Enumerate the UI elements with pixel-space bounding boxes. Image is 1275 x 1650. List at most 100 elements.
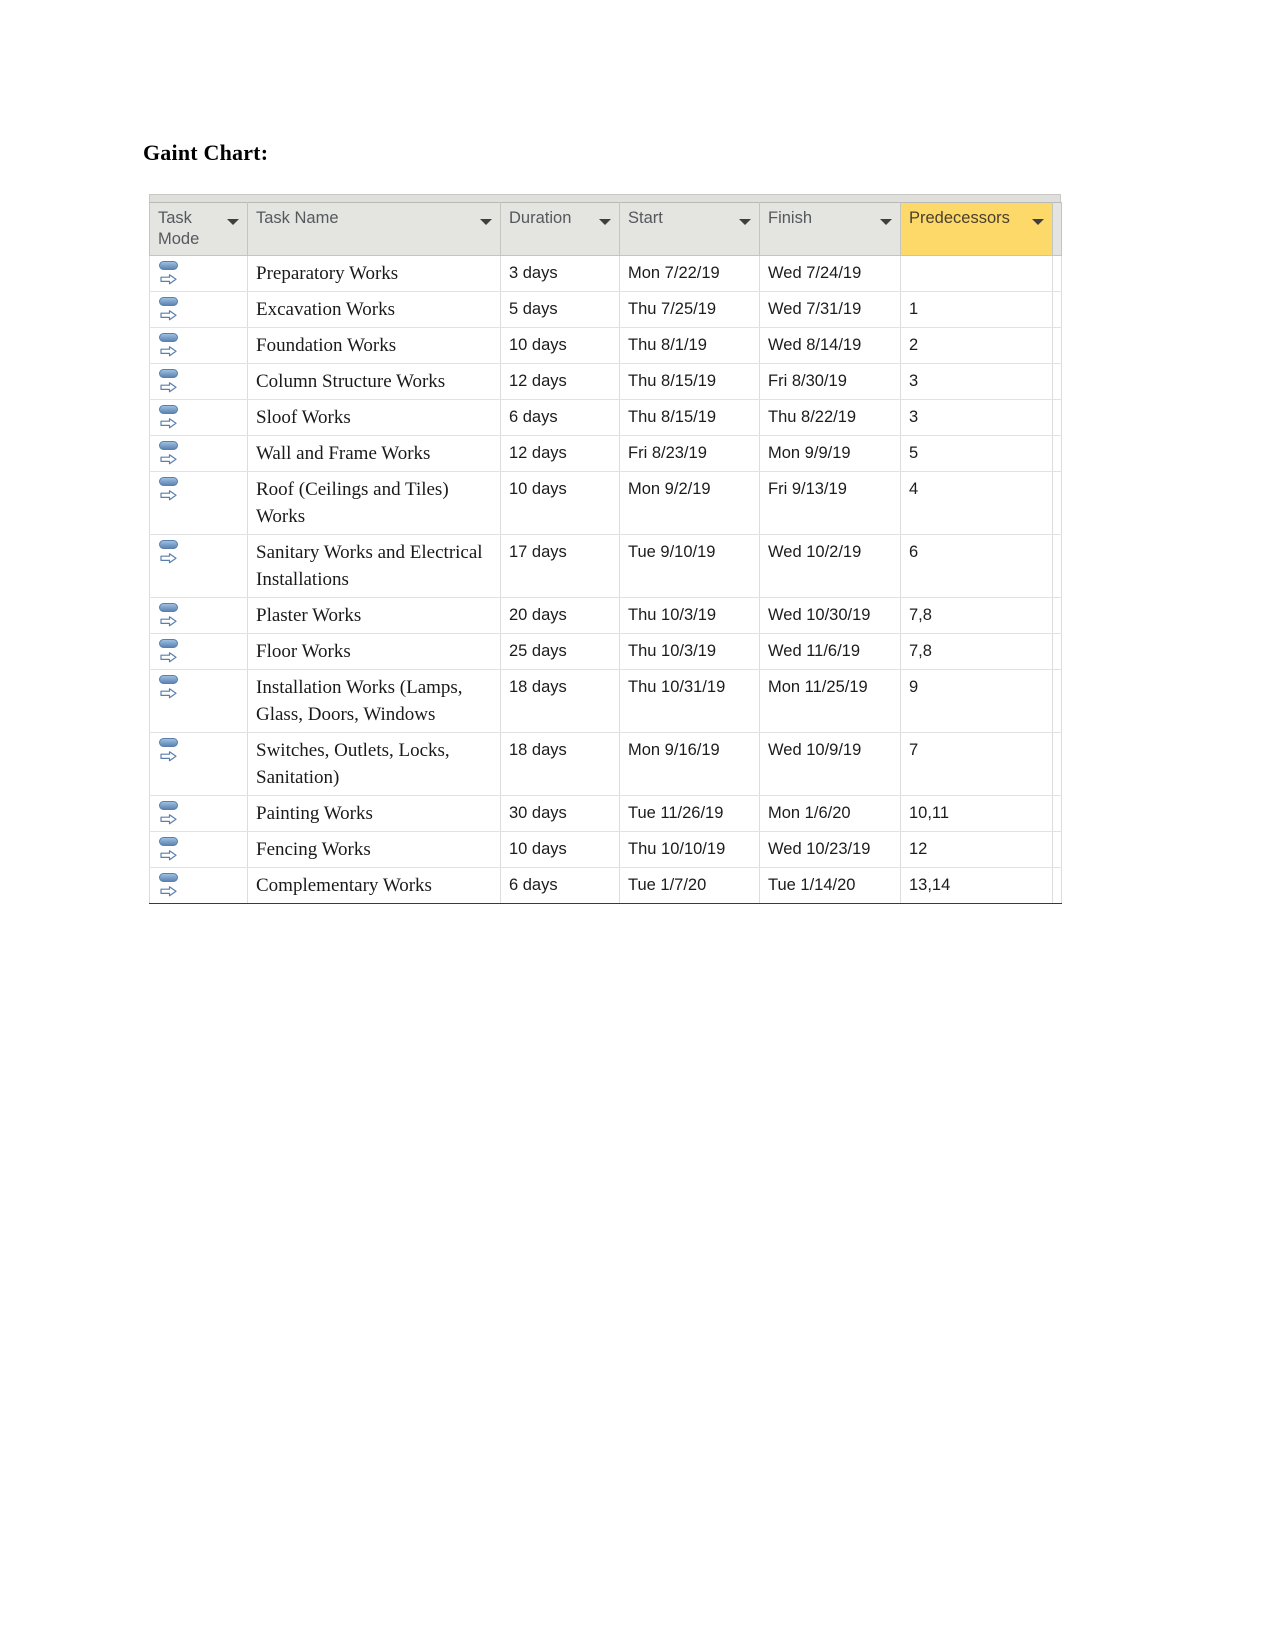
column-header-duration[interactable]: Duration: [500, 202, 620, 256]
cell-start[interactable]: Tue 11/26/19: [619, 795, 760, 832]
cell-task-mode[interactable]: [149, 471, 248, 535]
cell-predecessors[interactable]: 2: [900, 327, 1053, 364]
cell-resource-truncated[interactable]: [1052, 471, 1062, 535]
cell-task-name[interactable]: Fencing Works: [247, 831, 501, 868]
cell-task-mode[interactable]: [149, 363, 248, 400]
auto-scheduled-icon[interactable]: [158, 260, 182, 285]
auto-scheduled-icon[interactable]: [158, 368, 182, 393]
chevron-down-icon[interactable]: [739, 219, 751, 225]
auto-scheduled-icon[interactable]: [158, 638, 182, 663]
cell-duration[interactable]: 12 days: [500, 435, 620, 472]
cell-predecessors[interactable]: 7,8: [900, 597, 1053, 634]
table-row[interactable]: Fencing Works 10 days Thu 10/10/19 Wed 10/2…: [149, 831, 1062, 868]
cell-finish[interactable]: Fri 9/13/19: [759, 471, 901, 535]
cell-start[interactable]: Fri 8/23/19: [619, 435, 760, 472]
cell-duration[interactable]: 18 days: [500, 669, 620, 733]
cell-duration[interactable]: 20 days: [500, 597, 620, 634]
cell-duration[interactable]: 6 days: [500, 867, 620, 904]
cell-resource-truncated[interactable]: [1052, 435, 1062, 472]
cell-predecessors[interactable]: 7,8: [900, 633, 1053, 670]
cell-resource-truncated[interactable]: [1052, 831, 1062, 868]
cell-task-name[interactable]: Installation Works (Lamps, Glass, Doors,…: [247, 669, 501, 733]
cell-finish[interactable]: Wed 7/31/19: [759, 291, 901, 328]
cell-task-mode[interactable]: [149, 867, 248, 904]
cell-finish[interactable]: Mon 9/9/19: [759, 435, 901, 472]
cell-predecessors[interactable]: 3: [900, 399, 1053, 436]
auto-scheduled-icon[interactable]: [158, 872, 182, 897]
cell-finish[interactable]: Mon 1/6/20: [759, 795, 901, 832]
cell-finish[interactable]: Fri 8/30/19: [759, 363, 901, 400]
cell-task-mode[interactable]: [149, 435, 248, 472]
cell-start[interactable]: Mon 9/16/19: [619, 732, 760, 796]
auto-scheduled-icon[interactable]: [158, 476, 182, 501]
auto-scheduled-icon[interactable]: [158, 737, 182, 762]
cell-start[interactable]: Tue 1/7/20: [619, 867, 760, 904]
cell-duration[interactable]: 17 days: [500, 534, 620, 598]
cell-task-name[interactable]: Plaster Works: [247, 597, 501, 634]
cell-task-name[interactable]: Column Structure Works: [247, 363, 501, 400]
cell-start[interactable]: Thu 10/3/19: [619, 597, 760, 634]
cell-duration[interactable]: 3 days: [500, 255, 620, 292]
cell-resource-truncated[interactable]: [1052, 399, 1062, 436]
cell-duration[interactable]: 10 days: [500, 327, 620, 364]
cell-predecessors[interactable]: 13,14: [900, 867, 1053, 904]
cell-start[interactable]: Thu 10/10/19: [619, 831, 760, 868]
cell-finish[interactable]: Wed 10/2/19: [759, 534, 901, 598]
cell-task-name[interactable]: Excavation Works: [247, 291, 501, 328]
auto-scheduled-icon[interactable]: [158, 836, 182, 861]
cell-predecessors[interactable]: 12: [900, 831, 1053, 868]
cell-start[interactable]: Tue 9/10/19: [619, 534, 760, 598]
cell-duration[interactable]: 12 days: [500, 363, 620, 400]
cell-start[interactable]: Thu 10/3/19: [619, 633, 760, 670]
cell-task-mode[interactable]: [149, 732, 248, 796]
cell-predecessors[interactable]: 3: [900, 363, 1053, 400]
column-header-resource-truncated[interactable]: R: [1052, 202, 1062, 256]
cell-resource-truncated[interactable]: [1052, 795, 1062, 832]
table-row[interactable]: Sanitary Works and Electrical Installati…: [149, 534, 1062, 598]
cell-task-mode[interactable]: [149, 633, 248, 670]
column-header-predecessors[interactable]: Predecessors: [900, 202, 1053, 256]
cell-finish[interactable]: Mon 11/25/19: [759, 669, 901, 733]
cell-resource-truncated[interactable]: [1052, 363, 1062, 400]
cell-predecessors[interactable]: 10,11: [900, 795, 1053, 832]
chevron-down-icon[interactable]: [880, 219, 892, 225]
cell-task-mode[interactable]: [149, 399, 248, 436]
cell-finish[interactable]: Wed 10/9/19: [759, 732, 901, 796]
cell-task-name[interactable]: Painting Works: [247, 795, 501, 832]
auto-scheduled-icon[interactable]: [158, 602, 182, 627]
cell-task-mode[interactable]: [149, 597, 248, 634]
cell-resource-truncated[interactable]: [1052, 732, 1062, 796]
cell-duration[interactable]: 25 days: [500, 633, 620, 670]
auto-scheduled-icon[interactable]: [158, 674, 182, 699]
cell-task-name[interactable]: Complementary Works: [247, 867, 501, 904]
cell-resource-truncated[interactable]: [1052, 867, 1062, 904]
cell-start[interactable]: Thu 8/1/19: [619, 327, 760, 364]
cell-finish[interactable]: Tue 1/14/20: [759, 867, 901, 904]
table-row[interactable]: Floor Works 25 days Thu 10/3/19 Wed 11/6/19…: [149, 633, 1062, 670]
cell-finish[interactable]: Wed 10/23/19: [759, 831, 901, 868]
cell-duration[interactable]: 10 days: [500, 831, 620, 868]
table-row[interactable]: Preparatory Works 3 days Mon 7/22/19 Wed 7/…: [149, 255, 1062, 292]
cell-start[interactable]: Mon 9/2/19: [619, 471, 760, 535]
chevron-down-icon[interactable]: [480, 219, 492, 225]
cell-predecessors[interactable]: [900, 255, 1053, 292]
table-row[interactable]: Excavation Works 5 days Thu 7/25/19 Wed 7/3…: [149, 291, 1062, 328]
cell-resource-truncated[interactable]: [1052, 633, 1062, 670]
cell-task-name[interactable]: Foundation Works: [247, 327, 501, 364]
auto-scheduled-icon[interactable]: [158, 404, 182, 429]
cell-task-name[interactable]: Preparatory Works: [247, 255, 501, 292]
table-row[interactable]: Sloof Works 6 days Thu 8/15/19 Thu 8/22/19 3: [149, 399, 1062, 436]
cell-predecessors[interactable]: 6: [900, 534, 1053, 598]
cell-finish[interactable]: Wed 7/24/19: [759, 255, 901, 292]
cell-start[interactable]: Thu 10/31/19: [619, 669, 760, 733]
table-row[interactable]: Plaster Works 20 days Thu 10/3/19 Wed 10/30…: [149, 597, 1062, 634]
cell-finish[interactable]: Wed 11/6/19: [759, 633, 901, 670]
cell-resource-truncated[interactable]: [1052, 597, 1062, 634]
chevron-down-icon[interactable]: [227, 219, 239, 225]
auto-scheduled-icon[interactable]: [158, 440, 182, 465]
cell-task-name[interactable]: Wall and Frame Works: [247, 435, 501, 472]
cell-predecessors[interactable]: 7: [900, 732, 1053, 796]
table-row[interactable]: Column Structure Works 12 days Thu 8/15/19…: [149, 363, 1062, 400]
cell-task-name[interactable]: Sloof Works: [247, 399, 501, 436]
cell-start[interactable]: Thu 8/15/19: [619, 363, 760, 400]
